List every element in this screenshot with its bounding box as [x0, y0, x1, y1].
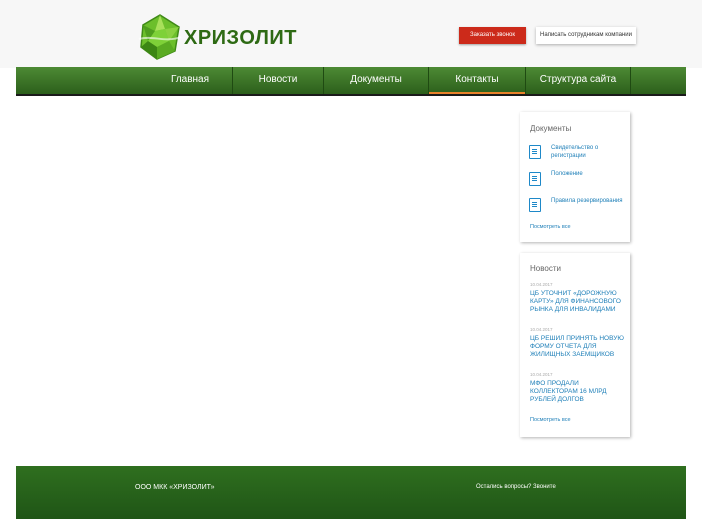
news-widget: Новости 10.04.2017 ЦБ УТОЧНИТ «ДОРОЖНУЮ … [520, 253, 630, 437]
document-link-registration[interactable]: Свидетельство о регистрации [551, 144, 626, 160]
document-icon [529, 198, 541, 212]
nav-item-contacts[interactable]: Контакты [429, 67, 525, 94]
nav-divider [630, 67, 631, 94]
documents-widget: Документы Свидетельство о регистрации По… [520, 112, 630, 242]
site-footer: ООО МКК «ХРИЗОЛИТ» Остались вопросы? Зво… [16, 466, 686, 519]
feedback-button[interactable]: Написать сотрудникам компании [536, 27, 636, 44]
news-date: 10.04.2017 [530, 327, 553, 332]
news-view-all-link[interactable]: Посмотреть все [530, 417, 571, 423]
news-headline-link[interactable]: ЦБ РЕШИЛ ПРИНЯТЬ НОВУЮ ФОРМУ ОТЧЕТА ДЛЯ … [530, 335, 625, 359]
document-icon [529, 172, 541, 186]
documents-widget-title: Документы [530, 124, 572, 133]
logo[interactable]: ХРИЗОЛИТ [135, 11, 298, 63]
nav-item-home[interactable]: Главная [148, 67, 232, 94]
nav-item-documents[interactable]: Документы [324, 67, 428, 94]
chrysolite-gem-icon [138, 14, 182, 60]
news-headline-link[interactable]: ЦБ УТОЧНИТ «ДОРОЖНУЮ КАРТУ» ДЛЯ ФИНАНСОВ… [530, 290, 625, 314]
document-link-reservation-rules[interactable]: Правила резервирования [551, 197, 626, 205]
news-widget-title: Новости [530, 264, 561, 273]
logo-text: ХРИЗОЛИТ [184, 27, 298, 49]
footer-company-name: ООО МКК «ХРИЗОЛИТ» [135, 484, 215, 491]
document-icon [529, 145, 541, 159]
footer-questions-link[interactable]: Остались вопросы? Звоните [476, 484, 556, 490]
site-header: ХРИЗОЛИТ Заказать звонок Написать сотруд… [0, 0, 702, 68]
document-link-regulation[interactable]: Положение [551, 170, 626, 178]
main-navigation: Главная Новости Документы Контакты Струк… [16, 67, 686, 94]
nav-underline [16, 94, 686, 96]
news-headline-link[interactable]: МФО ПРОДАЛИ КОЛЛЕКТОРАМ 16 МЛРД РУБЛЕЙ Д… [530, 380, 625, 404]
documents-view-all-link[interactable]: Посмотреть все [530, 224, 571, 230]
news-date: 10.04.2017 [530, 282, 553, 287]
news-date: 10.04.2017 [530, 372, 553, 377]
nav-item-news[interactable]: Новости [233, 67, 323, 94]
nav-item-sitemap[interactable]: Структура сайта [526, 67, 630, 94]
callback-button[interactable]: Заказать звонок [459, 27, 526, 44]
